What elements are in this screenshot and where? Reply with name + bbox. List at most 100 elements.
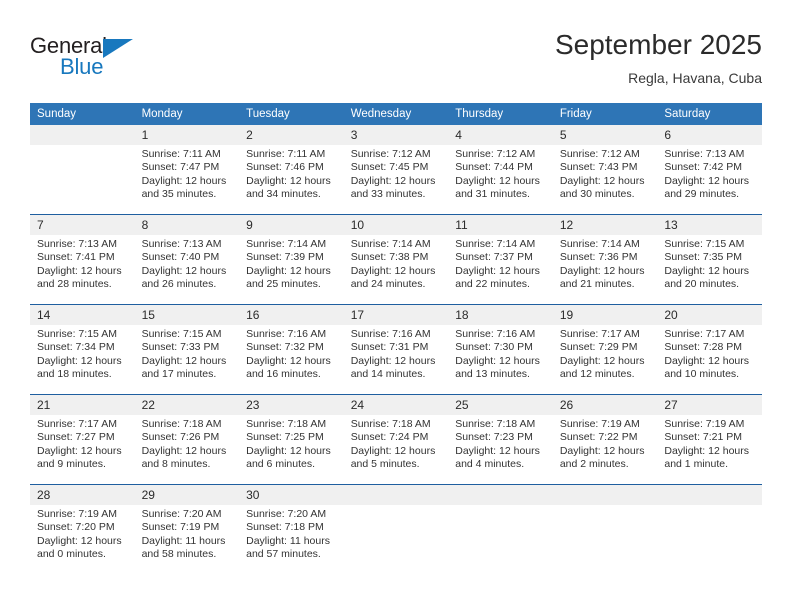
day-number-cell[interactable]: 24: [343, 394, 449, 415]
day-cell[interactable]: Sunrise: 7:14 AM Sunset: 7:39 PM Daylight:…: [239, 235, 344, 305]
day-cell[interactable]: Sunrise: 7:14 AM Sunset: 7:36 PM Daylight:…: [552, 235, 658, 305]
day-cell[interactable]: Sunrise: 7:20 AM Sunset: 7:19 PM Daylight:…: [134, 505, 240, 574]
day-cell[interactable]: Sunrise: 7:15 AM Sunset: 7:33 PM Daylight:…: [134, 325, 240, 395]
day-sunset-text: Sunset: 7:39 PM: [246, 251, 324, 264]
day-daylight-text: and 22 minutes.: [455, 278, 530, 291]
day-cell[interactable]: Sunrise: 7:19 AM Sunset: 7:21 PM Daylight:…: [657, 415, 762, 485]
day-number-cell[interactable]: 4: [448, 125, 553, 145]
day-cell[interactable]: Sunrise: 7:19 AM Sunset: 7:22 PM Daylight:…: [552, 415, 658, 485]
day-cell[interactable]: Sunrise: 7:16 AM Sunset: 7:31 PM Daylight:…: [343, 325, 449, 395]
page-title: September 2025: [554, 29, 762, 60]
day-number-cell[interactable]: 20: [657, 304, 762, 325]
day-daylight-text: Daylight: 12 hours: [559, 174, 645, 187]
day-sunrise-text: Sunrise: 7:17 AM: [37, 418, 117, 430]
day-cell[interactable]: Sunrise: 7:11 AM Sunset: 7:46 PM Daylight:…: [239, 145, 344, 215]
weekday-header-monday: Monday: [134, 103, 240, 125]
day-daylight-text: Daylight: 12 hours: [141, 174, 227, 187]
day-cell[interactable]: Sunrise: 7:13 AM Sunset: 7:41 PM Daylight:…: [30, 235, 135, 305]
day-sunrise-text: Sunrise: 7:18 AM: [455, 418, 536, 430]
day-daylight-text: Daylight: 12 hours: [455, 264, 540, 277]
day-daylight-text: Daylight: 12 hours: [246, 264, 331, 277]
day-cell[interactable]: Sunrise: 7:18 AM Sunset: 7:23 PM Daylight:…: [448, 415, 553, 485]
day-number-cell[interactable]: 14: [30, 304, 135, 325]
day-number-cell[interactable]: 18: [448, 304, 553, 325]
day-cell[interactable]: Sunrise: 7:13 AM Sunset: 7:40 PM Daylight:…: [134, 235, 240, 305]
day-number-cell[interactable]: 15: [134, 304, 240, 325]
day-number-cell[interactable]: 3: [343, 125, 449, 145]
day-sunrise-text: Sunrise: 7:18 AM: [350, 418, 431, 430]
day-daylight-text: and 12 minutes.: [559, 368, 635, 381]
day-number-cell[interactable]: 5: [552, 125, 658, 145]
day-cell[interactable]: Sunrise: 7:16 AM Sunset: 7:32 PM Daylight:…: [239, 325, 344, 395]
day-daylight-text: Daylight: 11 hours: [246, 534, 330, 547]
day-number-cell[interactable]: 10: [343, 214, 449, 235]
day-number-cell[interactable]: 13: [657, 214, 762, 235]
day-cell[interactable]: Sunrise: 7:14 AM Sunset: 7:37 PM Daylight:…: [448, 235, 553, 305]
calendar-head: Sunday Monday Tuesday Wednesday Thursday…: [30, 103, 762, 125]
day-number-cell[interactable]: 28: [30, 484, 135, 505]
day-number-cell[interactable]: 27: [657, 394, 762, 415]
day-sunrise-text: Sunrise: 7:20 AM: [246, 508, 327, 520]
day-cell[interactable]: Sunrise: 7:18 AM Sunset: 7:25 PM Daylight:…: [239, 415, 344, 485]
week-number-row: 123456: [30, 125, 762, 145]
day-number-cell[interactable]: 23: [239, 394, 344, 415]
day-number-cell[interactable]: 12: [552, 214, 658, 235]
week-number-row: 14 15 16 17 18 19 20: [30, 304, 762, 325]
day-cell[interactable]: Sunrise: 7:15 AM Sunset: 7:35 PM Daylight:…: [657, 235, 762, 305]
day-cell[interactable]: Sunrise: 7:12 AM Sunset: 7:43 PM Daylight:…: [552, 145, 658, 215]
day-cell[interactable]: Sunrise: 7:17 AM Sunset: 7:28 PM Daylight:…: [657, 325, 762, 395]
day-daylight-text: and 4 minutes.: [455, 458, 525, 471]
day-cell[interactable]: Sunrise: 7:13 AM Sunset: 7:42 PM Daylight:…: [657, 145, 762, 215]
day-number-cell[interactable]: 17: [343, 304, 449, 325]
day-daylight-text: and 24 minutes.: [350, 278, 426, 291]
day-number-cell[interactable]: 1: [134, 125, 240, 145]
weekday-header-sunday: Sunday: [30, 103, 135, 125]
day-sunrise-text: Sunrise: 7:12 AM: [350, 148, 431, 160]
day-number-cell[interactable]: 7: [30, 214, 135, 235]
day-cell[interactable]: Sunrise: 7:17 AM Sunset: 7:29 PM Daylight:…: [552, 325, 658, 395]
day-number-cell[interactable]: 19: [552, 304, 658, 325]
day-number-cell[interactable]: 9: [239, 214, 344, 235]
day-number-cell[interactable]: 21: [30, 394, 135, 415]
day-daylight-text: Daylight: 12 hours: [141, 264, 227, 277]
day-daylight-text: and 25 minutes.: [246, 278, 321, 291]
day-cell[interactable]: Sunrise: 7:16 AM Sunset: 7:30 PM Daylight:…: [448, 325, 553, 395]
day-number-cell[interactable]: 29: [134, 484, 240, 505]
day-sunrise-text: Sunrise: 7:11 AM: [141, 148, 221, 160]
day-sunset-text: Sunset: 7:26 PM: [141, 431, 220, 444]
day-daylight-text: and 35 minutes.: [141, 188, 217, 201]
calendar-body: 1 2 3 4 5 6 Sunrise: 7:11 AM Sunset: 7:47 PM Day…: [30, 125, 762, 574]
day-cell[interactable]: Sunrise: 7:11 AM Sunset: 7:47 PM Daylight:…: [134, 145, 240, 215]
day-cell[interactable]: Sunrise: 7:19 AM Sunset: 7:20 PM Daylight:…: [30, 505, 135, 574]
day-daylight-text: and 5 minutes.: [350, 458, 420, 471]
day-daylight-text: Daylight: 12 hours: [37, 264, 122, 277]
day-daylight-text: and 16 minutes.: [246, 368, 321, 381]
day-cell[interactable]: Sunrise: 7:20 AM Sunset: 7:18 PM Daylight:…: [239, 505, 344, 574]
day-number-cell[interactable]: 30: [239, 484, 344, 505]
day-sunset-text: Sunset: 7:42 PM: [664, 161, 743, 174]
day-daylight-text: Daylight: 12 hours: [559, 354, 645, 367]
day-cell[interactable]: Sunrise: 7:12 AM Sunset: 7:44 PM Daylight:…: [448, 145, 553, 215]
day-cell[interactable]: Sunrise: 7:18 AM Sunset: 7:24 PM Daylight:…: [343, 415, 449, 485]
day-number-cell[interactable]: 25: [448, 394, 553, 415]
day-cell[interactable]: Sunrise: 7:12 AM Sunset: 7:45 PM Daylight:…: [343, 145, 449, 215]
day-sunrise-text: Sunrise: 7:14 AM: [559, 238, 640, 250]
day-daylight-text: and 9 minutes.: [37, 458, 106, 471]
day-cell[interactable]: Sunrise: 7:14 AM Sunset: 7:38 PM Daylight:…: [343, 235, 449, 305]
day-daylight-text: Daylight: 11 hours: [141, 534, 226, 547]
day-cell[interactable]: Sunrise: 7:18 AM Sunset: 7:26 PM Daylight:…: [134, 415, 240, 485]
day-number-cell[interactable]: 26: [552, 394, 658, 415]
day-cell-empty: [552, 505, 658, 574]
day-cell[interactable]: Sunrise: 7:15 AM Sunset: 7:34 PM Daylight:…: [30, 325, 135, 395]
day-sunset-text: Sunset: 7:21 PM: [664, 431, 743, 444]
day-number-cell[interactable]: 2: [239, 125, 344, 145]
day-sunrise-text: Sunrise: 7:13 AM: [664, 148, 745, 160]
day-number-cell[interactable]: 16: [239, 304, 344, 325]
day-daylight-text: Daylight: 12 hours: [455, 174, 540, 187]
day-number-cell[interactable]: 22: [134, 394, 240, 415]
day-number-cell[interactable]: 11: [448, 214, 553, 235]
day-number-cell[interactable]: 6: [657, 125, 762, 145]
calendar-grid: Sunday Monday Tuesday Wednesday Thursday…: [30, 103, 762, 574]
day-cell[interactable]: Sunrise: 7:17 AM Sunset: 7:27 PM Daylight:…: [30, 415, 135, 485]
day-number-cell[interactable]: 8: [134, 214, 240, 235]
